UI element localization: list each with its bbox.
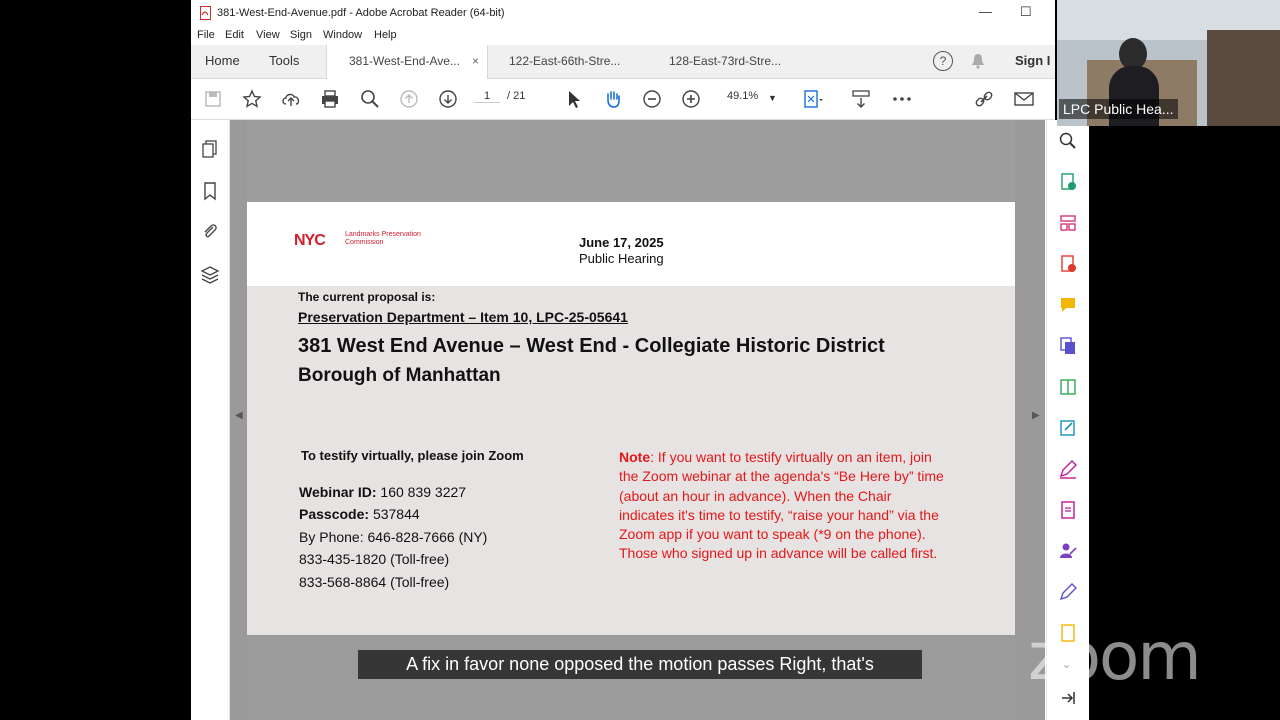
save-icon[interactable]: [202, 88, 224, 110]
layers-icon[interactable]: [200, 265, 220, 285]
page-header: NYC Landmarks Preservation Commission Ju…: [247, 202, 1015, 286]
page-number-input[interactable]: 1: [474, 90, 500, 103]
note-text: : If you want to testify virtually on an…: [619, 449, 944, 562]
testify-note: Note: If you want to testify virtually o…: [619, 448, 949, 564]
bookmark-icon[interactable]: [200, 181, 220, 201]
lpc-line-2: Commission: [345, 239, 384, 246]
lpc-logo-text: Landmarks Preservation Commission: [345, 231, 421, 247]
help-icon[interactable]: ?: [933, 51, 953, 71]
window-title: 381-West-End-Avenue.pdf - Adobe Acrobat …: [217, 7, 505, 19]
menu-edit[interactable]: Edit: [225, 29, 244, 41]
lpc-line-1: Landmarks Preservation: [345, 231, 421, 238]
webinar-id-value: 160 839 3227: [380, 484, 467, 500]
share-link-icon[interactable]: [973, 88, 995, 110]
scroll-mode-icon[interactable]: [850, 88, 872, 110]
combine-files-icon[interactable]: [1058, 336, 1078, 356]
webinar-id-label: Webinar ID:: [299, 484, 377, 500]
close-tab-icon[interactable]: ×: [472, 45, 479, 78]
webinar-id: Webinar ID: 160 839 3227: [299, 484, 466, 500]
menu-sign[interactable]: Sign: [290, 29, 312, 41]
video-chair: [1207, 30, 1280, 126]
title-bar: 381-West-End-Avenue.pdf - Adobe Acrobat …: [191, 0, 1055, 27]
testify-instruction: To testify virtually, please join Zoom: [301, 448, 524, 463]
tab-label: 128-East-73rd-Stre...: [669, 54, 782, 68]
page-total: / 21: [507, 90, 526, 102]
export-pdf-icon[interactable]: [1058, 172, 1078, 192]
acrobat-window: 381-West-End-Avenue.pdf - Adobe Acrobat …: [191, 0, 1055, 720]
zoom-search-icon[interactable]: [359, 88, 381, 110]
tab-label: 381-West-End-Ave...: [349, 54, 460, 68]
tab-bar: Home Tools 381-West-End-Ave... × 122-Eas…: [191, 45, 1055, 79]
collapse-left-pane-icon[interactable]: ◀: [235, 410, 243, 421]
more-tools-icon[interactable]: [891, 88, 913, 110]
hand-tool-icon[interactable]: [602, 88, 624, 110]
passcode-label: Passcode:: [299, 506, 370, 522]
pdf-file-icon: [200, 6, 211, 20]
fill-sign-icon[interactable]: [1058, 459, 1078, 479]
menu-view[interactable]: View: [256, 29, 280, 41]
select-cursor-icon[interactable]: [563, 88, 585, 110]
zoom-level-select[interactable]: 49.1%: [727, 90, 758, 102]
tab-document-2[interactable]: 122-East-66th-Stre...: [487, 45, 647, 78]
passcode: Passcode: 537844: [299, 506, 420, 522]
page-fit-icon[interactable]: [801, 88, 823, 110]
department-item: Preservation Department – Item 10, LPC-2…: [298, 309, 628, 325]
phone-tollfree-2: 833-568-8864 (Toll-free): [299, 574, 450, 590]
page-thumbnails-icon[interactable]: [200, 139, 220, 159]
hearing-date: June 17, 2025: [579, 235, 664, 250]
tab-document-1[interactable]: 381-West-End-Ave... ×: [326, 45, 488, 79]
minimize-button[interactable]: —: [979, 4, 992, 19]
next-page-icon[interactable]: [437, 88, 459, 110]
print-icon[interactable]: [319, 88, 341, 110]
previous-page-icon[interactable]: [398, 88, 420, 110]
zoom-out-icon[interactable]: [641, 88, 663, 110]
live-caption: A fix in favor none opposed the motion p…: [358, 650, 922, 679]
menu-window[interactable]: Window: [323, 29, 362, 41]
zoom-search-icon[interactable]: [1058, 131, 1078, 151]
upload-cloud-icon[interactable]: [280, 88, 302, 110]
note-label: Note: [619, 449, 651, 465]
tab-document-3[interactable]: 128-East-73rd-Stre...: [647, 45, 807, 78]
collapse-right-pane-icon[interactable]: ▶: [1032, 410, 1040, 421]
borough-heading: Borough of Manhattan: [298, 365, 501, 386]
signature-pen-icon[interactable]: [1058, 582, 1078, 602]
sign-in-button[interactable]: Sign I: [1015, 53, 1050, 68]
maximize-button[interactable]: ☐: [1020, 4, 1032, 20]
participant-name-label: LPC Public Hea...: [1059, 99, 1178, 119]
tab-label: 122-East-66th-Stre...: [509, 54, 621, 68]
hearing-type: Public Hearing: [579, 251, 664, 266]
create-pdf-icon[interactable]: [1058, 254, 1078, 274]
edit-pdf-icon[interactable]: [1058, 418, 1078, 438]
toolbar: 1 / 21 49.1% ▼: [191, 79, 1055, 120]
home-tab[interactable]: Home: [205, 53, 240, 68]
nyc-logo: NYC: [294, 232, 326, 249]
menu-help[interactable]: Help: [374, 29, 397, 41]
proposal-intro: The current proposal is:: [298, 290, 436, 304]
email-icon[interactable]: [1013, 88, 1035, 110]
comment-icon[interactable]: [1058, 295, 1078, 315]
request-signatures-icon[interactable]: [1058, 541, 1078, 561]
chevron-down-icon[interactable]: ▼: [768, 93, 777, 103]
organize-pages-icon[interactable]: [1058, 213, 1078, 233]
pdf-page: NYC Landmarks Preservation Commission Ju…: [247, 202, 1015, 635]
document-viewer[interactable]: ◀ ▶ NYC Landmarks Preservation Commissio…: [230, 120, 1045, 720]
attachment-paperclip-icon[interactable]: [200, 221, 220, 241]
phone-ny: By Phone: 646-828-7666 (NY): [299, 529, 488, 545]
previous-page-area: [247, 120, 1015, 202]
zoom-in-icon[interactable]: [680, 88, 702, 110]
passcode-value: 537844: [372, 506, 420, 522]
protect-pdf-icon[interactable]: [1058, 500, 1078, 520]
participant-video-thumbnail[interactable]: LPC Public Hea...: [1057, 0, 1280, 126]
zoom-watermark-logo: zoom: [1028, 618, 1202, 695]
left-navigation-pane: [191, 120, 230, 720]
bookmark-star-icon[interactable]: [241, 88, 263, 110]
address-heading: 381 West End Avenue – West End - Collegi…: [298, 335, 885, 357]
menu-bar: File Edit View Sign Window Help: [191, 27, 1055, 45]
phone-tollfree-1: 833-435-1820 (Toll-free): [299, 551, 450, 567]
compress-pdf-icon[interactable]: [1058, 377, 1078, 397]
bell-icon[interactable]: [970, 53, 986, 69]
tools-tab[interactable]: Tools: [269, 53, 299, 68]
menu-file[interactable]: File: [197, 29, 215, 41]
